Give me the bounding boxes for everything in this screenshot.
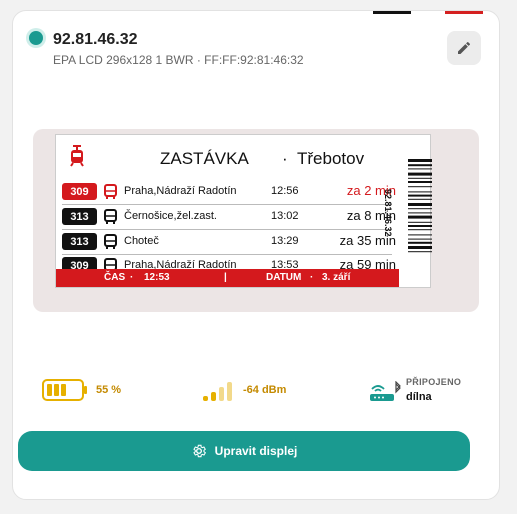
bus-icon [104,209,117,224]
display-title-separator: · [282,149,288,168]
footer-time-dot: · [130,272,134,283]
line-number-badge: 313 [62,208,97,225]
line-number-badge: 309 [62,183,97,200]
bus-icon [104,234,117,249]
display-footer: ČAS · 12:53 | DATUM · 3. září [56,269,399,287]
tram-icon [70,145,84,167]
device-name: 92.81.46.32 [53,31,138,48]
departure-time: 13:02 [271,210,299,222]
bus-red-icon [104,184,117,199]
display-title: ZASTÁVKA [160,149,249,168]
departure-destination: Choteč [124,235,159,247]
stop-name: Třebotov [297,149,365,168]
device-stats: 55 % -64 dBm PŘIPOJENO dílna [0,375,517,411]
departure-destination: Praha,Nádraží Radotín [124,185,237,197]
footer-date-label: DATUM [266,272,302,283]
gear-icon [192,444,206,458]
footer-divider: | [224,272,227,283]
footer-time-label: ČAS [104,272,126,283]
epaper-preview: ZASTÁVKA · Třebotov 309 Praha,Nádraží Rad… [55,134,432,288]
barcode-label: 92.81.46.32 [383,189,393,237]
top-mark-red [445,11,483,14]
departure-destination: Černošice,žel.zast. [124,210,217,222]
top-mark-black [373,11,411,14]
top-marks [13,11,499,15]
edit-name-button[interactable] [447,31,481,65]
battery-icon [42,379,87,401]
row-divider [62,229,392,230]
line-number-badge: 313 [62,233,97,250]
edit-display-button[interactable]: Upravit displej [18,431,470,471]
barcode [408,159,432,253]
footer-date-dot: · [310,272,314,283]
device-details: EPA LCD 296x128 1 BWR · FF:FF:92:81:46:3… [53,53,304,67]
footer-date-value: 3. září [322,272,351,283]
departure-row: 309 Praha,Nádraží Radotín 12:56 za 2 min [56,182,396,202]
display-header: ZASTÁVKA · Třebotov [56,145,430,169]
row-divider [62,204,392,205]
departure-time: 12:56 [271,185,299,197]
signal-value: -64 dBm [243,384,287,396]
departure-time: 13:29 [271,235,299,247]
row-divider [62,254,392,255]
battery-percent: 55 % [96,384,122,396]
online-status-dot [29,31,43,45]
edit-display-label: Upravit displej [214,444,298,458]
connection-name: dílna [406,391,432,403]
pencil-icon [458,41,470,54]
departure-row: 313 Černošice,žel.zast. 13:02 za 8 min [56,207,396,227]
departure-row: 313 Choteč 13:29 za 35 min [56,232,396,252]
connection-status: PŘIPOJENO [406,377,462,387]
footer-time-value: 12:53 [144,272,170,283]
signal-strength-icon [203,382,232,401]
router-icon [370,381,401,401]
